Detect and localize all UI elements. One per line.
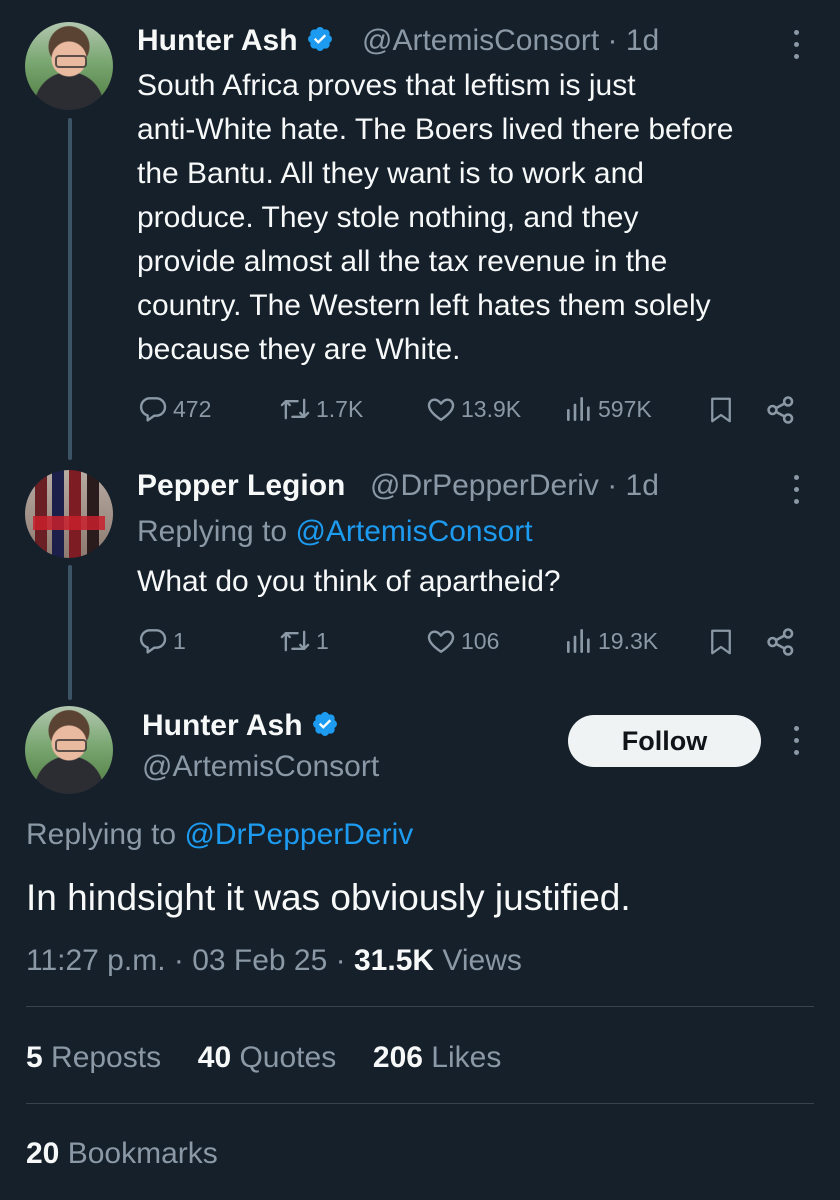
repost-icon (280, 630, 310, 652)
author-name[interactable]: Pepper Legion (137, 469, 345, 503)
like-button[interactable]: 13.9K (425, 393, 521, 425)
tweet-line: anti-White hate. The Boers lived there b… (137, 113, 734, 146)
timestamp[interactable]: 1d (626, 24, 659, 57)
views-count: 31.5K (353, 944, 435, 977)
reposts-stat[interactable]: 5 Reposts (26, 1041, 161, 1074)
views-icon (567, 397, 590, 421)
tweet-text: In hindsight it was obviously justified. (26, 877, 631, 918)
replying-to-link[interactable]: @ArtemisConsort (295, 515, 532, 548)
replying-to-prefix: Replying to (137, 515, 296, 548)
bookmarks-count: 20 (26, 1137, 60, 1170)
likes-stat[interactable]: 206 Likes (373, 1041, 501, 1074)
repost-button[interactable]: 1 (278, 625, 329, 657)
heart-icon (427, 630, 455, 653)
tweet-line: produce. They stole nothing, and they (137, 201, 639, 234)
author-handle[interactable]: @ArtemisConsort (142, 750, 379, 784)
avatar[interactable] (25, 470, 113, 558)
thread-line (68, 565, 72, 700)
separator: · (327, 944, 354, 977)
reply-count: 472 (173, 395, 212, 422)
replying-to: Replying to @ArtemisConsort (137, 515, 533, 549)
repost-button[interactable]: 1.7K (278, 393, 363, 425)
views-icon (567, 629, 590, 653)
separator: · (599, 24, 626, 57)
author-meta: @ArtemisConsort · 1d (362, 24, 659, 58)
reply-icon (139, 397, 167, 422)
engagement-stats: 5 Reposts 40 Quotes 206 Likes (26, 1041, 501, 1075)
thread-line (68, 118, 72, 460)
separator: · (165, 944, 193, 977)
reposts-label: Reposts (42, 1041, 162, 1074)
replying-to-link[interactable]: @DrPepperDeriv (184, 818, 413, 851)
reply-button[interactable]: 472 (137, 393, 211, 425)
tweet-line: the Bantu. All they want is to work and (137, 157, 644, 190)
likes-count: 206 (372, 1041, 423, 1074)
more-icon[interactable] (791, 28, 801, 62)
replying-to: Replying to @DrPepperDeriv (26, 818, 413, 852)
views-label: Views (434, 944, 522, 977)
tweet-text: South Africa proves that leftism is just… (137, 64, 817, 372)
tweet-line: country. The Western left hates them sol… (137, 289, 711, 322)
reposts-count: 5 (26, 1041, 43, 1074)
views-button[interactable]: 19.3K (564, 625, 658, 657)
quotes-count: 40 (197, 1041, 232, 1074)
follow-button[interactable]: Follow (568, 715, 761, 767)
bookmarks-stat[interactable]: 20 Bookmarks (26, 1137, 218, 1171)
tweet-text: What do you think of apartheid? (137, 565, 561, 598)
replying-to-prefix: Replying to (26, 818, 185, 851)
like-count: 106 (461, 627, 500, 654)
bookmark-icon[interactable] (706, 395, 736, 425)
author-name[interactable]: Hunter Ash (142, 709, 339, 743)
tweet-meta: 11:27 p.m. · 03 Feb 25 · 31.5K Views (26, 944, 522, 978)
author-handle[interactable]: @DrPepperDeriv (370, 469, 599, 502)
share-icon[interactable] (764, 625, 798, 659)
tweet-line: because they are White. (137, 333, 461, 366)
more-icon[interactable] (791, 473, 801, 507)
avatar[interactable] (25, 22, 113, 110)
divider (26, 1103, 814, 1104)
views-count: 19.3K (598, 627, 659, 654)
separator: · (598, 469, 626, 502)
repost-icon (280, 398, 310, 420)
date[interactable]: 03 Feb 25 (192, 944, 327, 977)
like-count: 13.9K (461, 395, 522, 422)
tweet-line: provide almost all the tax revenue in th… (137, 245, 668, 278)
author-name-text[interactable]: Hunter Ash (142, 709, 303, 742)
views-button[interactable]: 597K (564, 393, 652, 425)
author-name[interactable]: Hunter Ash (137, 24, 334, 58)
verified-badge-icon (312, 712, 337, 736)
divider (26, 1006, 814, 1007)
timestamp[interactable]: 1d (626, 469, 659, 502)
tweet-line: South Africa proves that leftism is just (137, 69, 636, 102)
reply-count: 1 (173, 627, 186, 654)
heart-icon (427, 398, 455, 421)
author-meta: @DrPepperDeriv · 1d (370, 469, 659, 503)
author-handle[interactable]: @ArtemisConsort (362, 24, 599, 57)
more-icon[interactable] (791, 724, 801, 758)
reply-icon (139, 629, 167, 654)
quotes-label: Quotes (231, 1041, 337, 1074)
timestamp[interactable]: 11:27 p.m. (26, 944, 166, 977)
avatar[interactable] (25, 706, 113, 794)
author-name-text[interactable]: Hunter Ash (137, 24, 298, 57)
quotes-stat[interactable]: 40 Quotes (198, 1041, 336, 1074)
verified-badge-icon (307, 27, 332, 51)
repost-count: 1 (316, 627, 329, 654)
repost-count: 1.7K (316, 395, 364, 422)
like-button[interactable]: 106 (425, 625, 499, 657)
bookmark-icon[interactable] (706, 627, 736, 657)
share-icon[interactable] (764, 393, 798, 427)
views-count: 597K (598, 395, 652, 422)
bookmarks-label: Bookmarks (59, 1137, 218, 1170)
likes-label: Likes (422, 1041, 502, 1074)
reply-button[interactable]: 1 (137, 625, 186, 657)
